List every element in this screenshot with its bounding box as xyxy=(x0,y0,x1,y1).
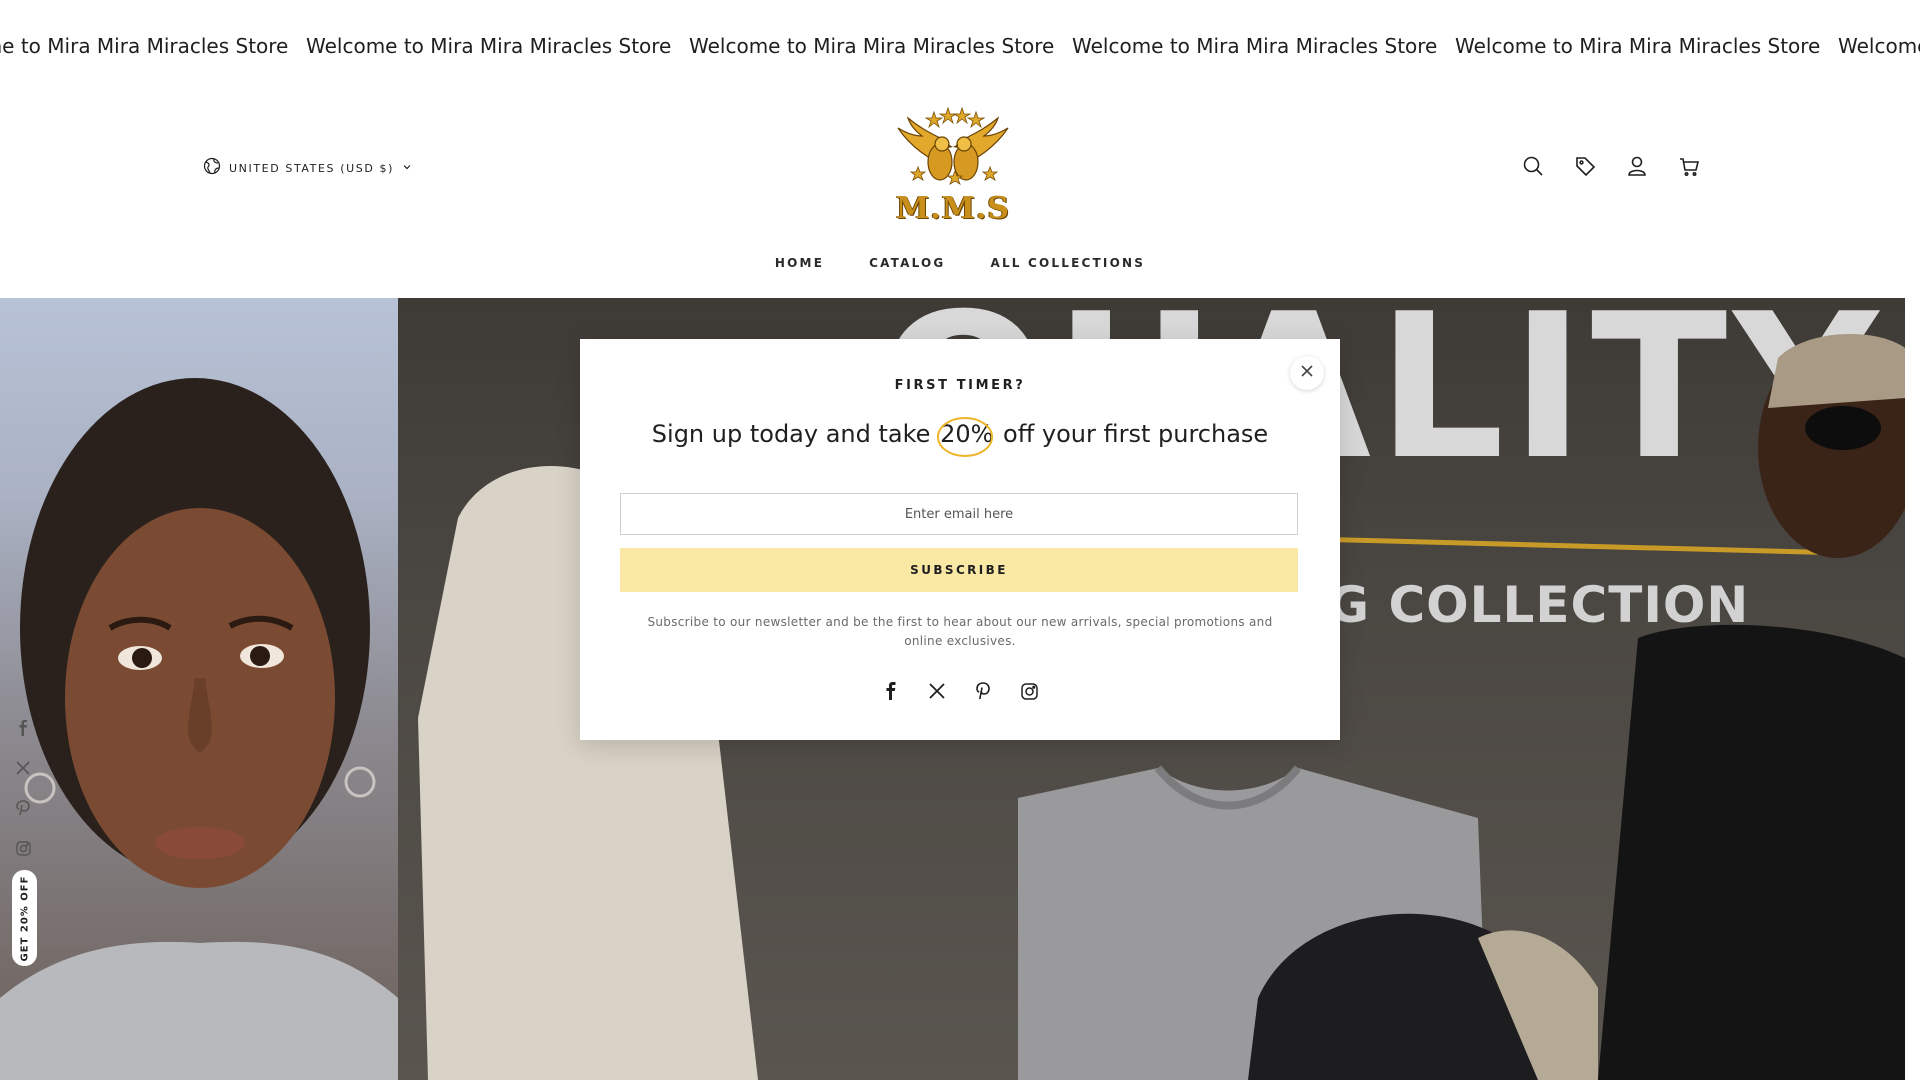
globe-icon xyxy=(203,157,221,180)
get-discount-tab[interactable]: GET 20% OFF xyxy=(12,870,37,966)
newsletter-popup: FIRST TIMER? Sign up today and take 20% … xyxy=(580,339,1340,740)
pinterest-icon[interactable] xyxy=(973,681,993,701)
tag-icon[interactable] xyxy=(1573,154,1597,178)
hero-portrait-image xyxy=(0,298,398,1080)
country-label: UNITED STATES (USD $) xyxy=(229,161,395,175)
instagram-icon[interactable] xyxy=(1019,681,1039,701)
nav-all-collections[interactable]: ALL COLLECTIONS xyxy=(990,256,1145,270)
account-icon[interactable] xyxy=(1625,154,1649,178)
announcement-text: Welcome to Mira Mira Miracles Store xyxy=(1455,34,1821,58)
announcement-text: Welcome to Mira Mira Miracles Store xyxy=(306,34,672,58)
header-actions xyxy=(1521,154,1701,178)
pinterest-icon[interactable] xyxy=(14,799,32,817)
x-icon[interactable] xyxy=(927,681,947,701)
nav-home[interactable]: HOME xyxy=(775,256,824,270)
highlight-circle-icon xyxy=(937,417,994,457)
store-logo[interactable]: M.M.S xyxy=(860,106,1046,228)
main-navigation: HOME CATALOG ALL COLLECTIONS xyxy=(0,256,1920,270)
discount-tab-label: GET 20% OFF xyxy=(19,875,31,961)
popup-social-links xyxy=(580,681,1340,701)
popup-heading-start: Sign up today and take xyxy=(651,420,931,448)
site-header: UNITED STATES (USD $) M.M.S HOME CATALOG… xyxy=(0,92,1920,298)
popup-heading-highlight: 20% xyxy=(937,417,995,457)
facebook-icon[interactable] xyxy=(881,681,901,701)
x-icon[interactable] xyxy=(14,759,32,777)
popup-kicker: FIRST TIMER? xyxy=(894,378,1026,393)
email-field[interactable] xyxy=(620,493,1298,535)
logo-text: M.M.S xyxy=(896,191,1010,226)
announcement-bar: Welcome to Mira Mira Miracles Store Welc… xyxy=(0,0,1920,92)
announcement-text: Welcome to Mira Mira Miracles Store xyxy=(0,34,289,58)
popup-heading: Sign up today and take 20% off your firs… xyxy=(580,417,1340,457)
chevron-down-icon xyxy=(402,159,412,177)
announcement-text: Welcome to Mira Mira Miracles Store xyxy=(689,34,1055,58)
cart-icon[interactable] xyxy=(1677,154,1701,178)
nav-catalog[interactable]: CATALOG xyxy=(869,256,945,270)
popup-heading-end: off your first purchase xyxy=(1003,420,1269,448)
instagram-icon[interactable] xyxy=(14,839,32,857)
announcement-text: Welcome to Mira Mira Miracles Store xyxy=(1072,34,1438,58)
announcement-text: Welcome to Mira Mira Miracles Store xyxy=(1838,34,1920,58)
side-social-links xyxy=(14,719,32,857)
subscribe-button[interactable]: SUBSCRIBE xyxy=(620,548,1298,592)
popup-description: Subscribe to our newsletter and be the f… xyxy=(647,615,1273,648)
country-selector[interactable]: UNITED STATES (USD $) xyxy=(203,156,412,180)
search-icon[interactable] xyxy=(1521,154,1545,178)
facebook-icon[interactable] xyxy=(14,719,32,737)
